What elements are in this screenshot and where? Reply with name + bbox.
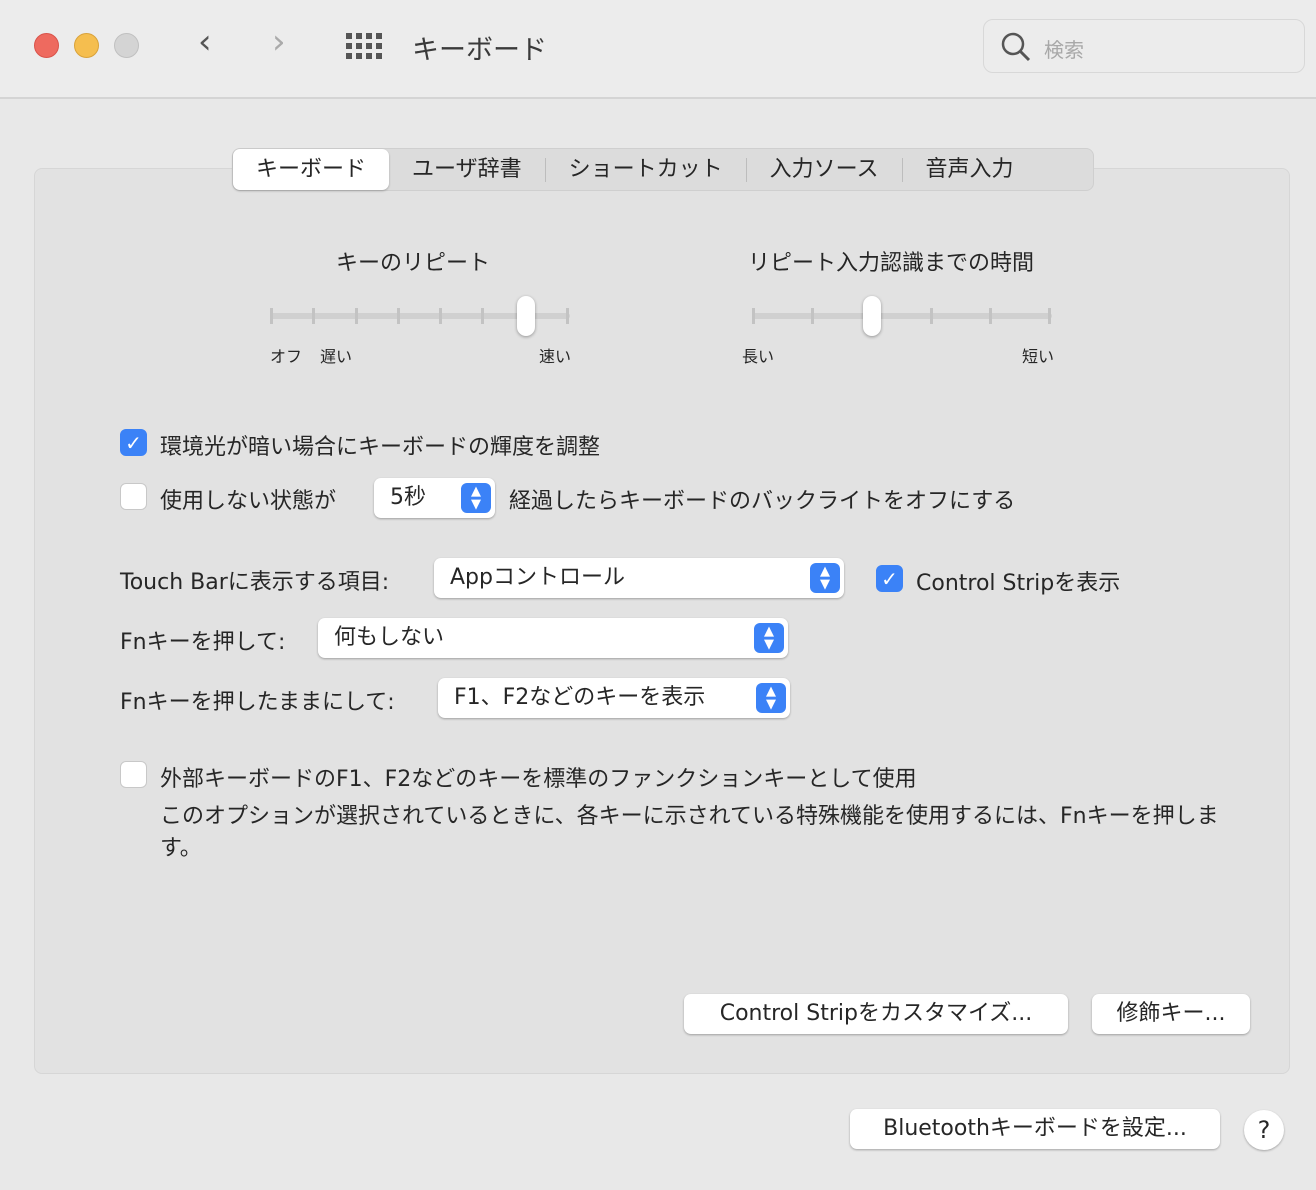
slider-label-slow: 遅い [320, 347, 353, 366]
slider-tick [270, 308, 273, 324]
slider-label-off: オフ [270, 347, 303, 366]
stepper-icon: ▲ ▼ [810, 563, 840, 593]
search-placeholder: 検索 [1044, 38, 1084, 62]
fn-standard-label: 外部キーボードのF1、F2などのキーを標準のファンクションキーとして使用 [160, 767, 917, 792]
tab-bar: キーボード ユーザ辞書 ショートカット 入力ソース 音声入力 [232, 148, 1094, 191]
slider-tick [396, 308, 400, 324]
slider-label-fast: 速い [539, 347, 572, 366]
tab-input-sources[interactable]: 入力ソース [747, 149, 902, 190]
zoom-button[interactable] [114, 33, 139, 58]
slider-label-short: 短い [1022, 347, 1055, 366]
slider-thumb[interactable] [516, 296, 535, 336]
slider-tick [312, 308, 316, 324]
search-icon [1001, 32, 1031, 62]
search-input[interactable]: 検索 [983, 19, 1305, 73]
slider-label-long: 長い [742, 347, 775, 366]
repeat-delay-title: リピート入力認識までの時間 [748, 251, 1035, 276]
backlight-adjust-label: 環境光が暗い場合にキーボードの輝度を調整 [160, 435, 601, 460]
stepper-icon: ▲ ▼ [754, 623, 784, 653]
minimize-button[interactable] [74, 33, 99, 58]
key-repeat-title: キーのリピート [336, 251, 491, 276]
fn-hold-label: Fnキーを押したままにして: [120, 690, 395, 715]
forward-chevron-icon[interactable]: › [272, 22, 286, 62]
repeat-delay-slider[interactable] [752, 296, 1052, 336]
backlight-off-checkbox[interactable] [120, 483, 147, 510]
popup-value: 5秒 [390, 485, 426, 510]
popup-value: F1、F2などのキーを表示 [454, 685, 706, 710]
slider-tick [566, 308, 569, 324]
popup-value: Appコントロール [450, 565, 625, 590]
tab-dictation[interactable]: 音声入力 [903, 149, 1037, 190]
touchbar-popup[interactable]: Appコントロール ▲ ▼ [434, 558, 844, 598]
slider-tick [354, 308, 358, 324]
title-bar: ‹ › キーボード 検索 [0, 0, 1316, 99]
customize-control-strip-button[interactable]: Control Stripをカスタマイズ... [684, 994, 1068, 1034]
control-strip-checkbox[interactable]: ✓ [876, 565, 903, 592]
backlight-timeout-popup[interactable]: 5秒 ▲ ▼ [374, 478, 495, 518]
control-strip-label: Control Stripを表示 [916, 571, 1121, 596]
setup-bluetooth-keyboard-button[interactable]: Bluetoothキーボードを設定... [850, 1109, 1220, 1149]
fn-standard-checkbox[interactable] [120, 761, 147, 788]
stepper-icon: ▲ ▼ [461, 483, 491, 513]
popup-value: 何もしない [334, 625, 445, 650]
slider-tick [1048, 308, 1051, 324]
slider-tick [439, 308, 443, 324]
fn-press-popup[interactable]: 何もしない ▲ ▼ [318, 618, 788, 658]
fn-press-label: Fnキーを押して: [120, 630, 286, 655]
slider-thumb[interactable] [863, 296, 882, 336]
backlight-adjust-checkbox[interactable]: ✓ [120, 429, 147, 456]
fn-hold-popup[interactable]: F1、F2などのキーを表示 ▲ ▼ [438, 678, 790, 718]
grid-icon[interactable] [346, 33, 382, 59]
close-button[interactable] [34, 33, 59, 58]
slider-tick [752, 308, 755, 324]
key-repeat-slider[interactable] [270, 296, 570, 336]
slider-tick [988, 308, 992, 324]
backlight-off-suffix: 経過したらキーボードのバックライトをオフにする [509, 489, 1016, 514]
slider-tick [929, 308, 933, 324]
stepper-icon: ▲ ▼ [756, 683, 786, 713]
touchbar-label: Touch Barに表示する項目: [120, 570, 390, 595]
slider-tick [481, 308, 485, 324]
window-title: キーボード [412, 35, 547, 66]
back-chevron-icon[interactable]: ‹ [198, 22, 212, 62]
tab-user-dictionary[interactable]: ユーザ辞書 [389, 149, 545, 190]
tab-shortcuts[interactable]: ショートカット [546, 149, 746, 190]
help-button[interactable]: ? [1244, 1110, 1284, 1150]
modifier-keys-button[interactable]: 修飾キー... [1092, 994, 1250, 1034]
backlight-off-label: 使用しない状態が [160, 489, 337, 514]
slider-tick [811, 308, 815, 324]
fn-standard-description: このオプションが選択されているときに、各キーに示されている特殊機能を使用するには… [160, 804, 1219, 861]
tab-keyboard[interactable]: キーボード [233, 149, 390, 190]
